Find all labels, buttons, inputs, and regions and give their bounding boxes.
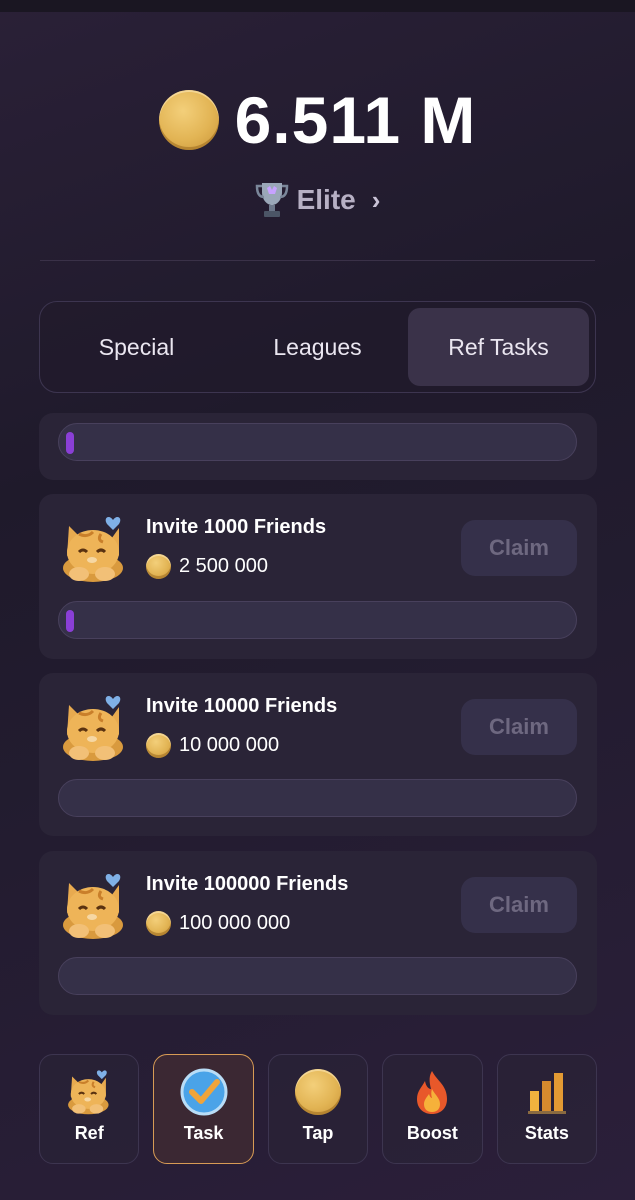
- league-name: Elite: [296, 184, 356, 215]
- cat-icon: [57, 512, 131, 586]
- progress-fill: [66, 432, 74, 454]
- chevron-right-icon: ›: [371, 184, 381, 215]
- task-card: Invite 100000 Friends 100 000 000 Claim: [39, 851, 597, 1015]
- tab-ref-tasks[interactable]: Ref Tasks: [408, 308, 589, 386]
- overall-progress-bar: [58, 423, 577, 461]
- overall-progress-card: [39, 413, 597, 480]
- task-card: Invite 10000 Friends 10 000 000 Claim: [39, 673, 597, 836]
- tab-special[interactable]: Special: [46, 308, 227, 386]
- task-title: Invite 1000 Friends: [146, 516, 327, 538]
- trophy-icon: [255, 183, 288, 217]
- nav-label: Boost: [406, 1123, 458, 1143]
- nav-ref[interactable]: Ref: [39, 1054, 140, 1164]
- nav-stats[interactable]: Stats: [496, 1054, 598, 1164]
- nav-task[interactable]: Task: [153, 1054, 254, 1164]
- balance-display: 6.511 M: [0, 82, 635, 158]
- league-link[interactable]: Elite ›: [0, 180, 635, 220]
- task-progress-bar: [58, 779, 577, 817]
- tab-label: Leagues: [273, 333, 362, 360]
- fire-icon: [417, 1071, 448, 1114]
- nav-boost[interactable]: Boost: [382, 1054, 483, 1164]
- coin-icon: [158, 90, 219, 150]
- bar-chart-icon: [527, 1073, 566, 1114]
- task-title: Invite 10000 Friends: [146, 695, 338, 717]
- cat-icon: [64, 1067, 114, 1117]
- nav-label: Task: [183, 1123, 224, 1143]
- divider: [40, 260, 595, 261]
- tab-label: Special: [98, 333, 175, 360]
- task-title: Invite 100000 Friends: [146, 873, 349, 895]
- claim-button[interactable]: Claim: [461, 699, 577, 755]
- task-card: Invite 1000 Friends 2 500 000 Claim: [39, 494, 597, 659]
- bottom-nav: Ref Task Tap Boost Stats: [39, 1054, 598, 1164]
- coin-icon: [293, 1067, 343, 1117]
- cat-icon: [57, 691, 131, 765]
- checkmark-icon: [180, 1068, 228, 1116]
- reward-amount: 2 500 000: [179, 555, 268, 577]
- reward-amount: 100 000 000: [179, 912, 291, 934]
- task-reward: 2 500 000: [146, 554, 268, 579]
- coin-icon: [146, 554, 171, 579]
- coin-icon: [146, 733, 171, 758]
- task-reward: 10 000 000: [146, 733, 279, 758]
- tab-label: Ref Tasks: [448, 333, 549, 360]
- task-progress-bar: [58, 601, 577, 639]
- task-reward: 100 000 000: [146, 911, 290, 936]
- reward-amount: 10 000 000: [179, 734, 280, 756]
- nav-tap[interactable]: Tap: [267, 1054, 369, 1164]
- tab-bar: Special Leagues Ref Tasks: [39, 301, 596, 393]
- claim-button[interactable]: Claim: [461, 520, 577, 576]
- nav-label: Ref: [74, 1123, 104, 1143]
- nav-label: Tap: [302, 1123, 334, 1143]
- balance-value: 6.511 M: [234, 83, 477, 157]
- progress-fill: [66, 610, 74, 632]
- coin-icon: [146, 911, 171, 936]
- top-edge-bar: [0, 0, 635, 12]
- cat-icon: [57, 869, 131, 943]
- claim-button[interactable]: Claim: [461, 877, 577, 933]
- task-progress-bar: [58, 957, 577, 995]
- tab-leagues[interactable]: Leagues: [227, 308, 408, 386]
- nav-label: Stats: [524, 1123, 569, 1143]
